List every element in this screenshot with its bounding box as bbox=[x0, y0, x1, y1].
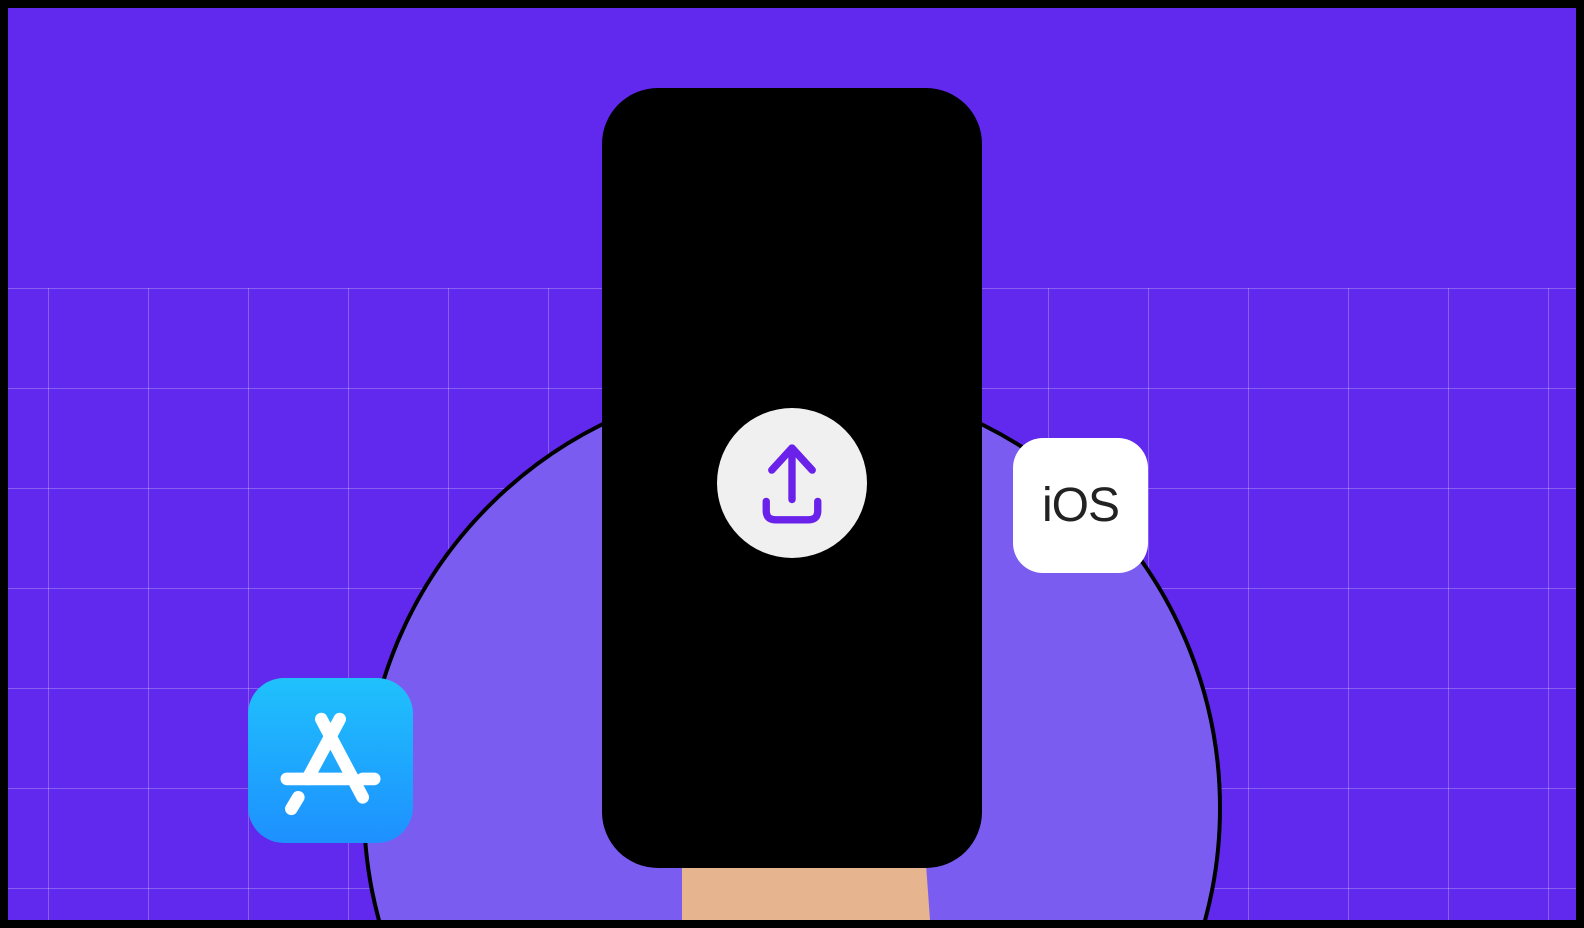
ios-badge: iOS bbox=[1013, 438, 1148, 573]
phone-frame bbox=[602, 88, 982, 868]
app-store-icon bbox=[273, 703, 388, 818]
ios-label: iOS bbox=[1042, 478, 1119, 533]
hero-illustration: iOS bbox=[0, 0, 1584, 928]
app-store-badge bbox=[248, 678, 413, 843]
upload-badge bbox=[717, 408, 867, 558]
upload-icon bbox=[746, 437, 838, 529]
